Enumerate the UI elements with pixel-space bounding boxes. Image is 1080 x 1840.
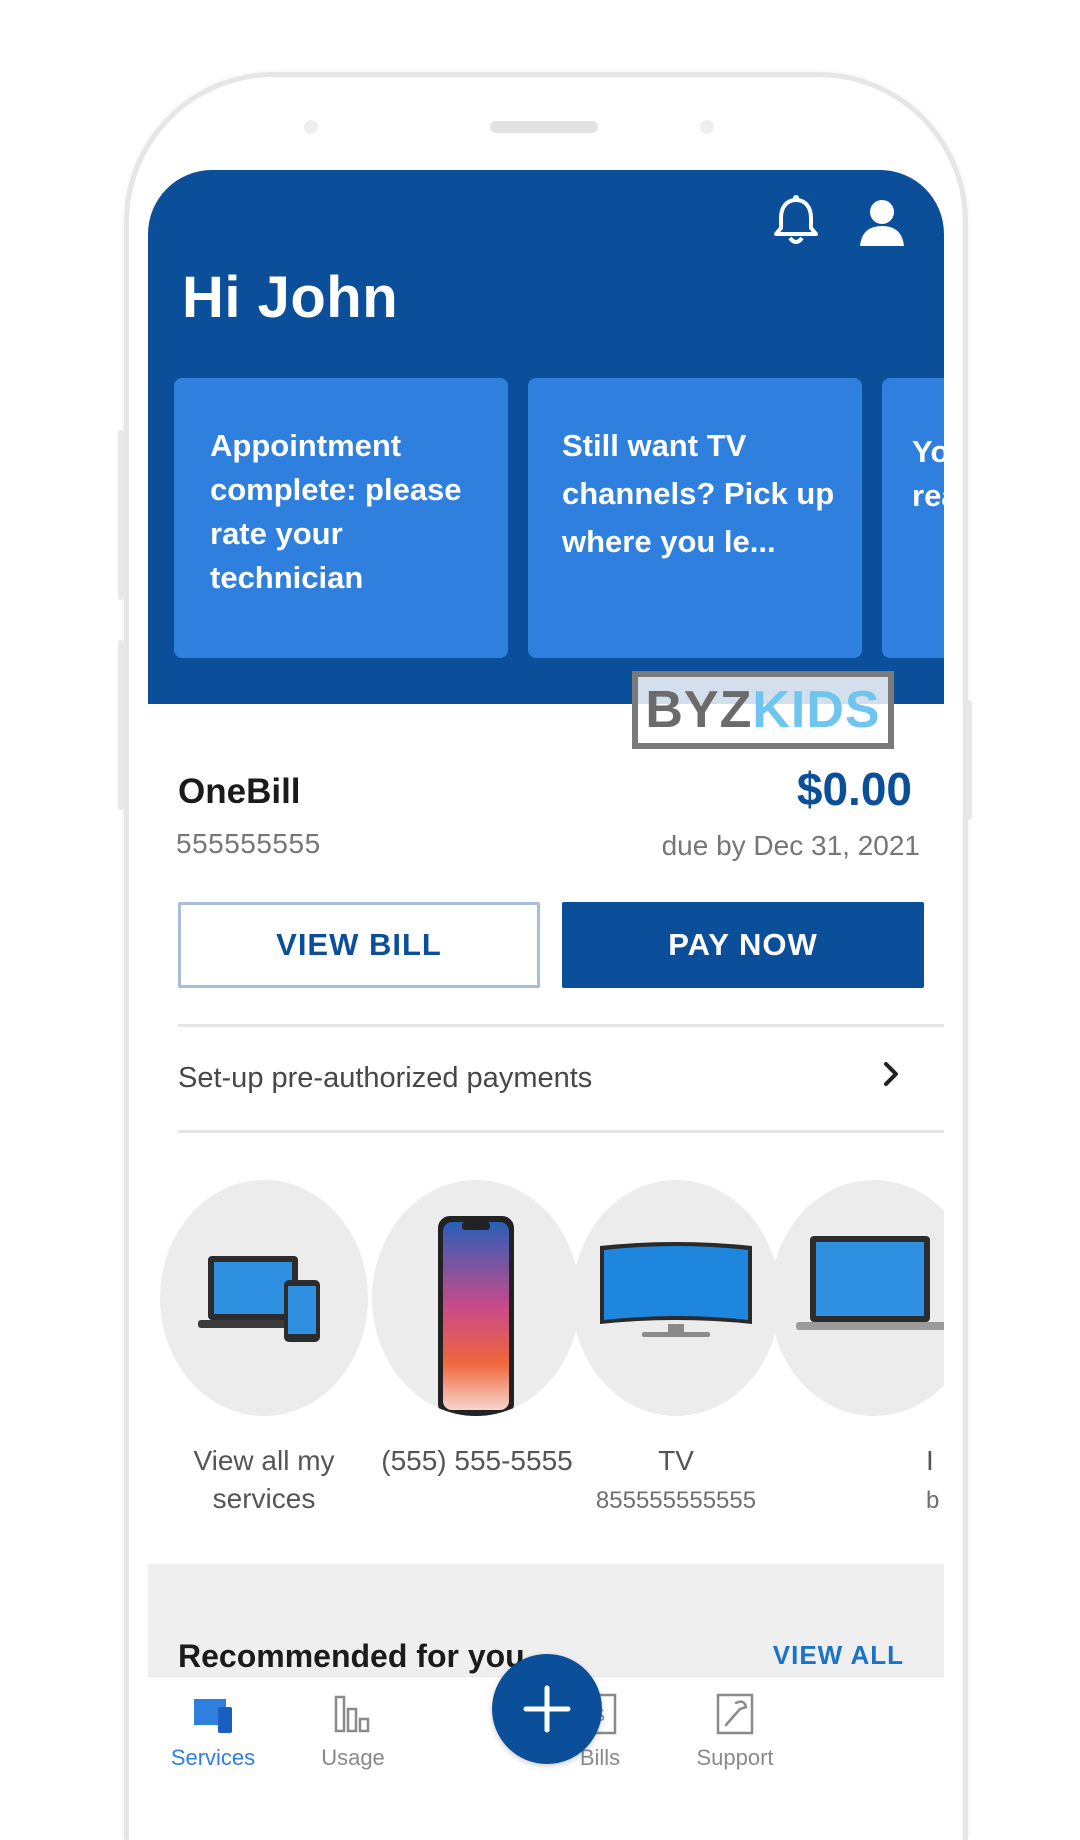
service-tile-internet[interactable]	[770, 1180, 944, 1416]
notification-card[interactable]: Appointment complete: please rate your t…	[174, 378, 508, 658]
service-label: I b	[828, 1442, 944, 1520]
service-label: TV 855555555555	[561, 1442, 791, 1520]
notification-card[interactable]: Yo rea	[882, 378, 944, 658]
nav-usage[interactable]: Usage	[288, 1689, 418, 1771]
tv-icon	[600, 1242, 752, 1337]
profile-icon[interactable]	[852, 192, 912, 252]
divider	[178, 1024, 944, 1027]
notification-card-text: Yo rea	[912, 434, 944, 513]
service-label-text: TV	[658, 1445, 694, 1476]
service-label: (555) 555-5555	[362, 1442, 592, 1480]
view-all-link[interactable]: VIEW ALL	[773, 1640, 904, 1671]
notification-card-text: Appointment complete: please rate your t…	[210, 428, 462, 595]
nav-label: Usage	[321, 1745, 385, 1770]
watermark-part: BYZ	[645, 681, 753, 739]
chevron-right-icon[interactable]	[878, 1054, 906, 1094]
service-tile-phone[interactable]	[372, 1180, 580, 1416]
nav-services[interactable]: Services	[148, 1689, 278, 1771]
service-tile-all[interactable]	[160, 1180, 368, 1416]
phone-side-button	[118, 640, 124, 810]
bill-due-date: due by Dec 31, 2021	[661, 830, 920, 861]
app-screen: Hi John Appointment complete: please rat…	[148, 170, 944, 1778]
usage-icon	[334, 1695, 370, 1733]
setup-payments-link[interactable]: Set-up pre-authorized payments	[178, 1062, 592, 1095]
support-icon	[716, 1693, 754, 1735]
smartphone-icon	[438, 1216, 514, 1416]
bill-name: OneBill	[178, 772, 301, 811]
service-sublabel: 855555555555	[595, 1487, 757, 1514]
notification-card[interactable]: Still want TV channels? Pick up where yo…	[528, 378, 862, 658]
nav-label: Services	[170, 1745, 256, 1770]
bill-amount: $0.00	[796, 763, 912, 815]
phone-speaker	[490, 121, 598, 133]
nav-support[interactable]: Support	[670, 1689, 800, 1771]
service-label: View all my services	[149, 1442, 379, 1518]
recommended-title: Recommended for you	[178, 1638, 525, 1674]
greeting: Hi John	[182, 265, 399, 330]
devices-icon	[198, 1256, 320, 1342]
watermark-part: KIDS	[752, 681, 881, 739]
laptop-icon	[796, 1236, 944, 1330]
view-bill-button[interactable]: VIEW BILL	[178, 902, 540, 988]
service-label-text: (555) 555-5555	[381, 1445, 573, 1476]
service-tile-tv[interactable]	[572, 1180, 780, 1416]
watermark-logo: BYZKIDS	[632, 671, 894, 749]
phone-sensor	[304, 120, 318, 134]
service-label-text: View all my services	[193, 1445, 335, 1514]
service-sublabel: b	[926, 1487, 940, 1514]
bell-icon[interactable]	[766, 192, 826, 252]
service-label-text: I	[926, 1445, 934, 1476]
bill-account-number: 555555555	[176, 828, 321, 859]
divider	[178, 1130, 944, 1133]
add-button[interactable]	[492, 1654, 602, 1764]
header: Hi John Appointment complete: please rat…	[148, 170, 944, 704]
phone-side-button	[118, 430, 124, 600]
phone-side-button	[966, 700, 972, 820]
notification-card-text: Still want TV channels? Pick up where yo…	[562, 428, 835, 559]
nav-label: Support	[696, 1745, 774, 1770]
plus-icon	[523, 1685, 571, 1733]
pay-now-button[interactable]: PAY NOW	[562, 902, 924, 988]
services-icon	[194, 1699, 232, 1733]
phone-camera	[700, 120, 714, 134]
